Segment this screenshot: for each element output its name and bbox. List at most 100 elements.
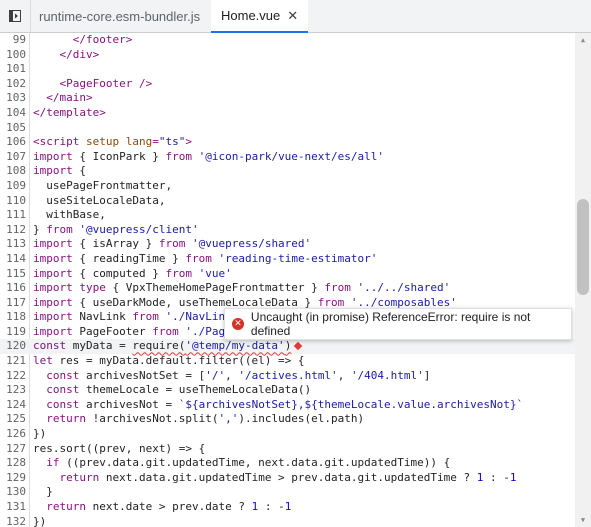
code-token: setup bbox=[85, 135, 126, 149]
line-number: 123 bbox=[6, 383, 26, 397]
code-line[interactable]: 100 </div> bbox=[0, 48, 575, 63]
toggle-navigator-button[interactable] bbox=[0, 0, 31, 32]
line-number: 114 bbox=[6, 251, 26, 265]
error-tooltip: ✕ Uncaught (in promise) ReferenceError: … bbox=[224, 308, 572, 340]
code-text: return next.date > prev.date ? 1 : -1 bbox=[30, 500, 291, 515]
code-line[interactable]: 129 return next.data.git.updatedTime > p… bbox=[0, 471, 575, 486]
code-line[interactable]: 103 </main> bbox=[0, 91, 575, 106]
code-line[interactable]: 105 bbox=[0, 121, 575, 136]
tab-home-vue[interactable]: Home.vue ✕ bbox=[211, 0, 308, 33]
line-number: 116 bbox=[6, 281, 26, 295]
code-line[interactable]: 130 } bbox=[0, 485, 575, 500]
code-line[interactable]: 126}) bbox=[0, 427, 575, 442]
code-text: const archivesNotSet = ['/', '/actives.h… bbox=[30, 369, 430, 384]
line-number: 103 bbox=[6, 91, 26, 105]
code-token: if bbox=[46, 456, 60, 470]
code-line[interactable]: 128 if ((prev.data.git.updatedTime, next… bbox=[0, 456, 575, 471]
code-token: '@temp/my-data' bbox=[185, 339, 285, 353]
code-token: } bbox=[33, 485, 53, 499]
code-line[interactable]: 99 </footer> bbox=[0, 33, 575, 48]
code-text: if ((prev.data.git.updatedTime, next.dat… bbox=[30, 456, 450, 471]
code-line[interactable]: 111 withBase, bbox=[0, 208, 575, 223]
code-line[interactable]: 108 import { bbox=[0, 164, 575, 179]
code-token: from bbox=[317, 295, 345, 309]
error-marker-icon[interactable] bbox=[294, 342, 303, 351]
code-token: !archivesNot.split( bbox=[86, 412, 219, 426]
code-line[interactable]: 124 const archivesNot = `${archivesNotSe… bbox=[0, 398, 575, 413]
code-token: withBase, bbox=[33, 208, 106, 222]
code-line[interactable]: 121 let res = myData.default.filter((el) … bbox=[0, 354, 575, 369]
code-line[interactable]: 132}) bbox=[0, 515, 575, 527]
code-token: } bbox=[33, 222, 47, 236]
code-line[interactable]: 102 <PageFooter /> bbox=[0, 77, 575, 92]
line-number: 109 bbox=[6, 178, 26, 192]
code-token: = bbox=[152, 135, 159, 149]
code-token: next.date > prev.date ? bbox=[86, 500, 252, 513]
code-line[interactable]: 110 useSiteLocaleData, bbox=[0, 194, 575, 209]
code-line[interactable]: 120 const myData = require('@temp/my-data… bbox=[0, 339, 575, 355]
code-text: <PageFooter /> bbox=[30, 76, 153, 92]
code-text: </template> bbox=[30, 106, 106, 121]
code-token: from bbox=[158, 237, 186, 251]
code-token: ).includes(el.path) bbox=[238, 412, 365, 426]
code-line[interactable]: 125 return !archivesNot.split(',').inclu… bbox=[0, 412, 575, 427]
line-number: 112 bbox=[6, 222, 26, 236]
code-lines: 99 </footer> 100 </div> 101 102 <PageFooter… bbox=[0, 33, 575, 527]
code-text: }) bbox=[30, 427, 46, 442]
code-token: </div> bbox=[59, 47, 100, 61]
code-line[interactable]: 131 return next.date > prev.date ? 1 : -… bbox=[0, 500, 575, 515]
code-text: import { bbox=[30, 164, 86, 179]
code-line[interactable]: 107 import { IconPark } from '@icon-park/… bbox=[0, 150, 575, 165]
line-number: 131 bbox=[6, 500, 26, 513]
line-number: 101 bbox=[6, 62, 26, 76]
code-line[interactable]: 123 const themeLocale = useThemeLocaleDa… bbox=[0, 383, 575, 398]
code-line[interactable]: 122 const archivesNotSet = ['/', '/activ… bbox=[0, 369, 575, 384]
code-token: import bbox=[33, 310, 73, 324]
line-number: 106 bbox=[6, 135, 26, 149]
code-token: './NavLin bbox=[165, 310, 226, 324]
line-number: 115 bbox=[6, 266, 26, 280]
code-token: return bbox=[46, 500, 86, 513]
code-text: return next.data.git.updatedTime > prev.… bbox=[30, 471, 517, 486]
scroll-thumb[interactable] bbox=[577, 199, 589, 295]
code-line[interactable]: 109 usePageFrontmatter, bbox=[0, 179, 575, 194]
code-line[interactable]: 112} from '@vuepress/client' bbox=[0, 223, 575, 238]
code-text: const archivesNot = `${archivesNotSet},$… bbox=[30, 398, 523, 413]
code-token: const bbox=[46, 368, 80, 382]
code-line[interactable]: 114 import { readingTime } from 'reading-… bbox=[0, 252, 575, 267]
code-line[interactable]: 104 </template> bbox=[0, 106, 575, 121]
code-token: <PageFooter /> bbox=[59, 76, 153, 90]
scroll-down-icon[interactable]: ▼ bbox=[575, 513, 591, 527]
code-line[interactable]: 113 import { isArray } from '@vuepress/sh… bbox=[0, 237, 575, 252]
code-text: const themeLocale = useThemeLocaleData() bbox=[30, 383, 311, 398]
code-editor[interactable]: 99 </footer> 100 </div> 101 102 <PageFooter… bbox=[0, 33, 591, 527]
code-line[interactable]: 116 import type { VpxThemeHomePageFrontma… bbox=[0, 281, 575, 296]
code-token: NavLink bbox=[72, 310, 133, 324]
code-token: next.data.git.updatedTime > prev.data.gi… bbox=[99, 470, 477, 484]
vertical-scrollbar[interactable]: ▲ ▼ bbox=[575, 33, 591, 527]
code-line[interactable]: 115 import { computed } from 'vue' bbox=[0, 267, 575, 282]
code-token: { VpxThemeHomePageFrontmatter } bbox=[105, 281, 325, 295]
code-text: <script setup lang="ts"> bbox=[30, 135, 192, 150]
code-token: return bbox=[46, 412, 86, 426]
code-token: from bbox=[132, 310, 159, 324]
code-token: 1 bbox=[509, 470, 517, 484]
close-icon[interactable]: ✕ bbox=[287, 8, 298, 24]
code-line[interactable]: 127 res.sort((prev, next) => { bbox=[0, 442, 575, 457]
tab-runtime-core[interactable]: runtime-core.esm-bundler.js bbox=[31, 0, 211, 32]
code-token: </main> bbox=[46, 91, 93, 105]
scroll-up-icon[interactable]: ▲ bbox=[575, 33, 591, 47]
code-token: import bbox=[33, 266, 73, 280]
code-token: '@vuepress/shared' bbox=[191, 237, 312, 251]
code-text: usePageFrontmatter, bbox=[30, 179, 172, 194]
line-number: 118 bbox=[6, 310, 26, 324]
code-line[interactable]: 106 <script setup lang="ts"> bbox=[0, 135, 575, 150]
code-token: "ts" bbox=[158, 135, 186, 149]
code-token: '/actives.html' bbox=[238, 368, 338, 382]
code-token: archivesNot = bbox=[79, 397, 179, 411]
code-line[interactable]: 101 bbox=[0, 62, 575, 77]
